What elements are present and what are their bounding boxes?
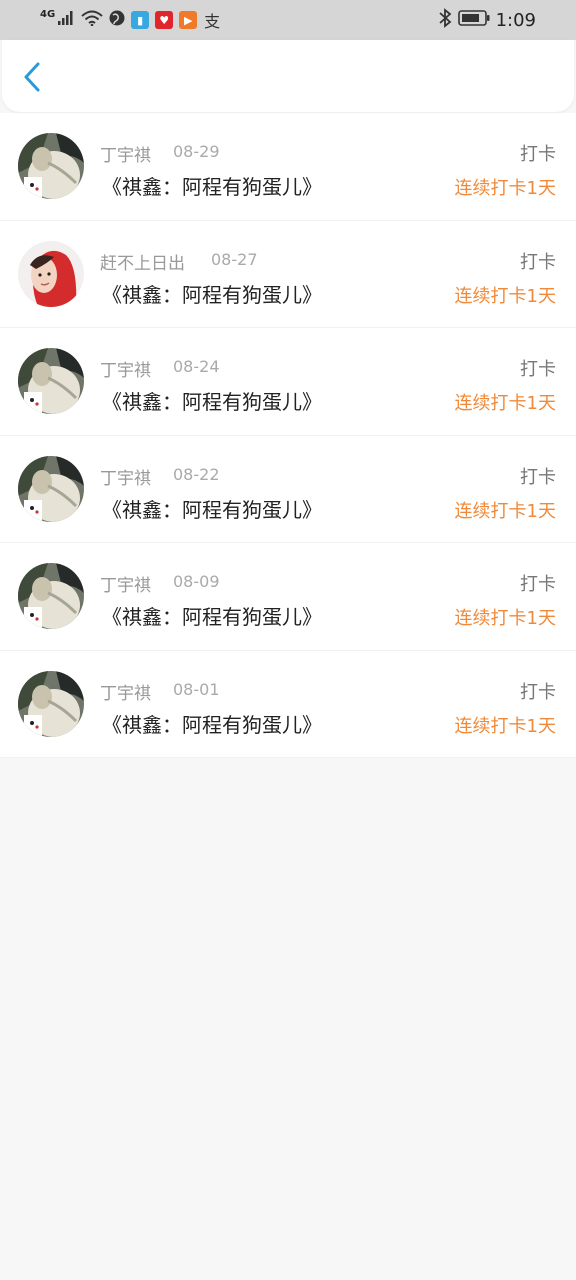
user-name[interactable]: 丁宇祺 [100, 356, 151, 381]
network-type: 4G [40, 8, 56, 20]
checkin-row[interactable]: 丁宇祺 08-09 《祺鑫：阿程有狗蛋儿》 打卡连续打卡1天 [0, 543, 576, 651]
gift-app-icon: ♥ [155, 11, 174, 29]
user-name[interactable]: 丁宇祺 [100, 679, 151, 704]
checkin-row[interactable]: 赶不上日出 08-27 《祺鑫：阿程有狗蛋儿》 打卡连续打卡1天 [0, 221, 576, 328]
avatar[interactable] [18, 133, 84, 199]
signal-icon [57, 10, 75, 30]
avatar[interactable] [18, 455, 84, 522]
avatar[interactable] [18, 670, 84, 737]
back-button[interactable] [16, 60, 50, 94]
checkin-type: 打卡 [520, 359, 556, 380]
user-name[interactable]: 丁宇祺 [100, 141, 151, 166]
avatar[interactable] [18, 240, 84, 307]
checkin-date: 08-29 [173, 142, 220, 161]
alipay-icon: 支 [204, 12, 221, 31]
status-left: 4G ▮ ♥ ▶ 支 [40, 8, 221, 32]
checkin-title: 《祺鑫：阿程有狗蛋儿》 [102, 390, 322, 414]
globe-icon [109, 10, 125, 30]
status-right: 1:09 [438, 8, 536, 32]
streak-label: 连续打卡1天 [454, 715, 556, 737]
checkin-type: 打卡 [520, 681, 556, 703]
checkin-date: 08-22 [173, 464, 220, 484]
checkin-title: 《祺鑫：阿程有狗蛋儿》 [102, 712, 322, 737]
checkin-row[interactable]: 丁宇祺 08-22 《祺鑫：阿程有狗蛋儿》 打卡连续打卡1天 [0, 436, 576, 543]
user-name[interactable]: 丁宇祺 [100, 571, 151, 596]
checkin-title: 《祺鑫：阿程有狗蛋儿》 [102, 175, 322, 199]
bluetooth-icon [438, 8, 452, 32]
streak-label: 连续打卡1天 [454, 608, 556, 629]
checkin-title: 《祺鑫：阿程有狗蛋儿》 [102, 605, 322, 629]
book-app-icon: ▮ [131, 11, 150, 29]
checkin-date: 08-27 [211, 249, 258, 269]
streak-label: 连续打卡1天 [454, 393, 556, 414]
user-name[interactable]: 赶不上日出 [100, 249, 185, 274]
checkin-row[interactable]: 丁宇祺 08-24 《祺鑫：阿程有狗蛋儿》 打卡连续打卡1天 [0, 328, 576, 436]
wifi-icon [81, 10, 103, 30]
avatar[interactable] [18, 563, 84, 629]
chevron-left-icon [24, 62, 40, 92]
streak-label: 连续打卡1天 [454, 178, 556, 199]
checkin-list: 丁宇祺 08-29 《祺鑫：阿程有狗蛋儿》 打卡 连续打卡1天 赶不上日出 08-27 《祺鑫… [0, 113, 576, 758]
checkin-date: 08-24 [173, 357, 220, 376]
user-name[interactable]: 丁宇祺 [100, 464, 151, 489]
battery-icon [457, 9, 490, 31]
checkin-row[interactable]: 丁宇祺 08-01 《祺鑫：阿程有狗蛋儿》 打卡连续打卡1天 [0, 651, 576, 758]
header [2, 40, 574, 112]
streak-label: 连续打卡1天 [454, 285, 556, 307]
checkin-type: 打卡 [520, 466, 556, 488]
status-bar: 4G ▮ ♥ ▶ 支 1:09 [0, 0, 576, 40]
video-app-icon: ▶ [179, 11, 198, 29]
avatar[interactable] [18, 348, 84, 414]
checkin-date: 08-01 [173, 679, 220, 699]
checkin-type: 打卡 [520, 144, 556, 165]
streak-label: 连续打卡1天 [454, 500, 556, 522]
checkin-type: 打卡 [520, 574, 556, 595]
clock: 1:09 [495, 9, 536, 31]
checkin-title: 《祺鑫：阿程有狗蛋儿》 [102, 282, 322, 307]
checkin-title: 《祺鑫：阿程有狗蛋儿》 [102, 497, 322, 522]
checkin-type: 打卡 [520, 251, 556, 273]
checkin-date: 08-09 [173, 572, 220, 591]
checkin-row[interactable]: 丁宇祺 08-29 《祺鑫：阿程有狗蛋儿》 打卡连续打卡1天 [0, 113, 576, 221]
